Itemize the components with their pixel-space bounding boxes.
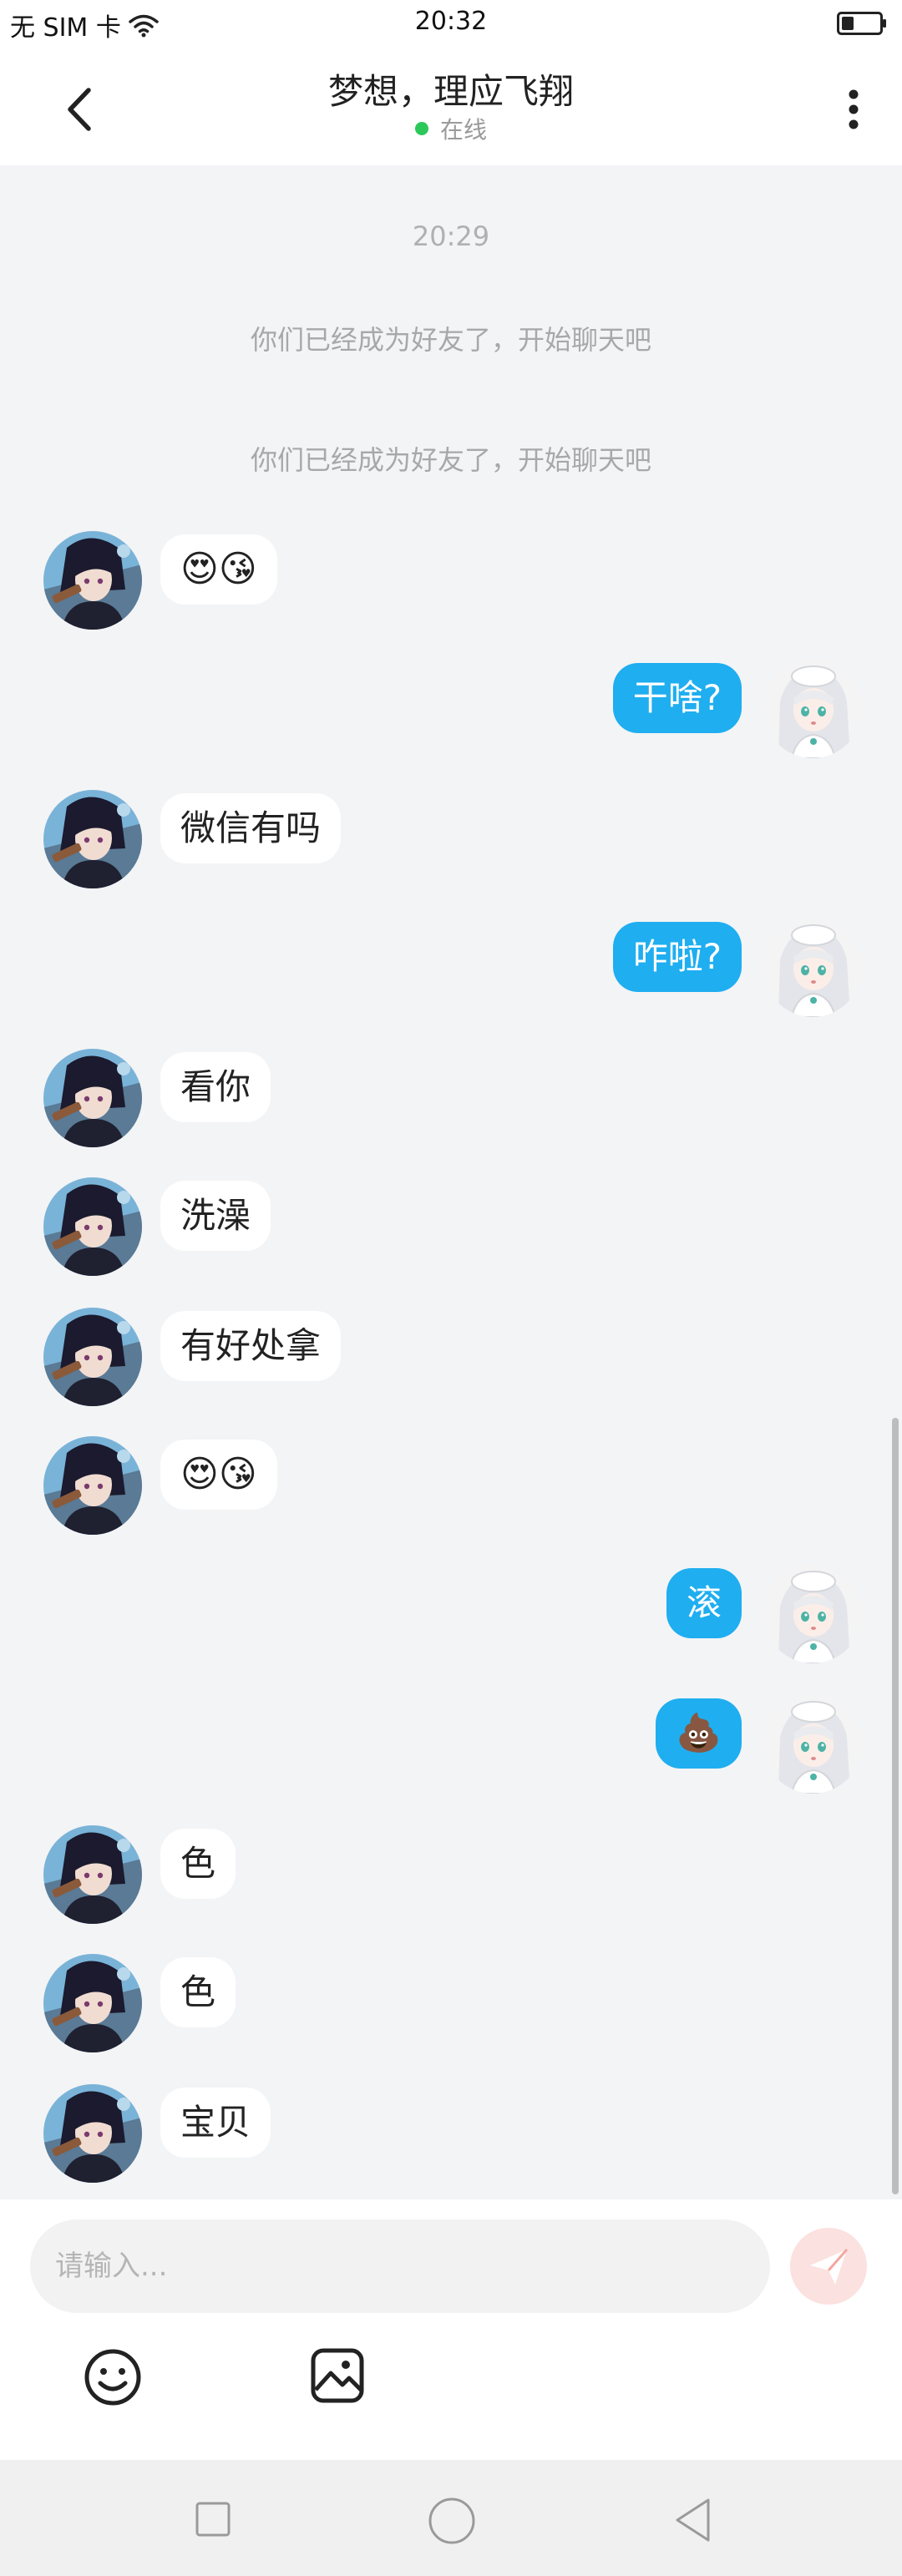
my-avatar-image <box>763 919 862 1017</box>
contact-avatar-image <box>43 1825 142 1924</box>
contact-avatar-image <box>43 531 142 630</box>
contact-avatar[interactable] <box>43 1436 142 1535</box>
contact-avatar-image <box>43 1436 142 1535</box>
message-row: 😍😘 <box>0 1436 902 1536</box>
message-row: 洗澡 <box>0 1177 902 1278</box>
message-list[interactable]: 20:29 你们已经成为好友了，开始聊天吧 你们已经成为好友了，开始聊天吧 😍😘… <box>0 165 902 2199</box>
contact-avatar[interactable] <box>43 790 142 888</box>
message-row: 宝贝 <box>0 2084 902 2184</box>
chat-header: 梦想，理应飞翔 在线 <box>0 47 902 165</box>
home-icon[interactable] <box>428 2497 476 2545</box>
contact-avatar[interactable] <box>43 1825 142 1924</box>
my-avatar[interactable] <box>763 1695 862 1794</box>
contact-avatar[interactable] <box>43 1049 142 1147</box>
message-row: 微信有吗 <box>0 790 902 890</box>
message-row: 咋啦? <box>0 919 902 1019</box>
my-avatar[interactable] <box>763 660 862 758</box>
message-timestamp: 20:29 <box>412 220 490 252</box>
online-status-label: 在线 <box>439 116 487 144</box>
contact-avatar[interactable] <box>43 1954 142 2052</box>
system-message: 你们已经成为好友了，开始聊天吧 <box>250 324 651 356</box>
message-row: 看你 <box>0 1049 902 1149</box>
back-nav-icon[interactable] <box>673 2497 712 2543</box>
sent-message-bubble[interactable]: 滚 <box>666 1568 742 1638</box>
send-icon <box>810 2249 849 2285</box>
contact-avatar[interactable] <box>43 1308 142 1406</box>
more-icon[interactable] <box>839 80 869 139</box>
message-row: 干啥? <box>0 660 902 760</box>
contact-avatar-image <box>43 1308 142 1406</box>
sent-message-bubble[interactable]: 💩 <box>656 1698 742 1769</box>
contact-avatar-image <box>43 1954 142 2052</box>
received-message-bubble[interactable]: 微信有吗 <box>160 793 342 863</box>
my-avatar[interactable] <box>763 919 862 1017</box>
received-message-bubble[interactable]: 色 <box>160 1829 236 1899</box>
contact-name: 梦想，理应飞翔 <box>327 71 574 112</box>
message-row: 色 <box>0 1954 902 2054</box>
message-row: 色 <box>0 1825 902 1926</box>
sent-message-bubble[interactable]: 咋啦? <box>612 922 742 992</box>
received-message-bubble[interactable]: 😍😘 <box>160 1440 277 1510</box>
received-message-bubble[interactable]: 洗澡 <box>160 1181 271 1251</box>
contact-avatar[interactable] <box>43 531 142 630</box>
received-message-bubble[interactable]: 有好处拿 <box>160 1311 342 1381</box>
battery-icon <box>837 12 886 35</box>
message-row: 有好处拿 <box>0 1308 902 1408</box>
composer <box>0 2199 902 2460</box>
chat-scrollbar[interactable] <box>892 1418 899 2194</box>
send-button[interactable] <box>790 2228 867 2305</box>
my-avatar-image <box>763 1565 862 1663</box>
sent-message-bubble[interactable]: 干啥? <box>612 663 742 733</box>
emoji-icon[interactable] <box>82 2346 144 2408</box>
online-dot <box>414 122 428 135</box>
contact-avatar-image <box>43 790 142 888</box>
contact-avatar[interactable] <box>43 1177 142 1276</box>
image-icon[interactable] <box>309 2346 366 2405</box>
message-row: 💩 <box>0 1695 902 1795</box>
system-nav-bar <box>0 2460 902 2576</box>
received-message-bubble[interactable]: 宝贝 <box>160 2088 271 2158</box>
contact-avatar-image <box>43 1177 142 1276</box>
message-row: 😍😘 <box>0 531 902 631</box>
system-message: 你们已经成为好友了，开始聊天吧 <box>250 444 651 476</box>
contact-avatar-image <box>43 2084 142 2183</box>
online-status: 在线 <box>0 112 902 145</box>
received-message-bubble[interactable]: 看你 <box>160 1052 271 1122</box>
my-avatar[interactable] <box>763 1565 862 1663</box>
received-message-bubble[interactable]: 色 <box>160 1957 236 2027</box>
status-time: 20:32 <box>414 7 488 36</box>
contact-avatar-image <box>43 1049 142 1147</box>
contact-avatar[interactable] <box>43 2084 142 2183</box>
status-bar: 无 SIM 卡 20:32 <box>0 0 902 47</box>
received-message-bubble[interactable]: 😍😘 <box>160 534 277 605</box>
my-avatar-image <box>763 660 862 758</box>
my-avatar-image <box>763 1695 862 1794</box>
recent-apps-icon[interactable] <box>195 2502 231 2537</box>
message-row: 滚 <box>0 1565 902 1665</box>
message-input[interactable] <box>30 2219 770 2313</box>
